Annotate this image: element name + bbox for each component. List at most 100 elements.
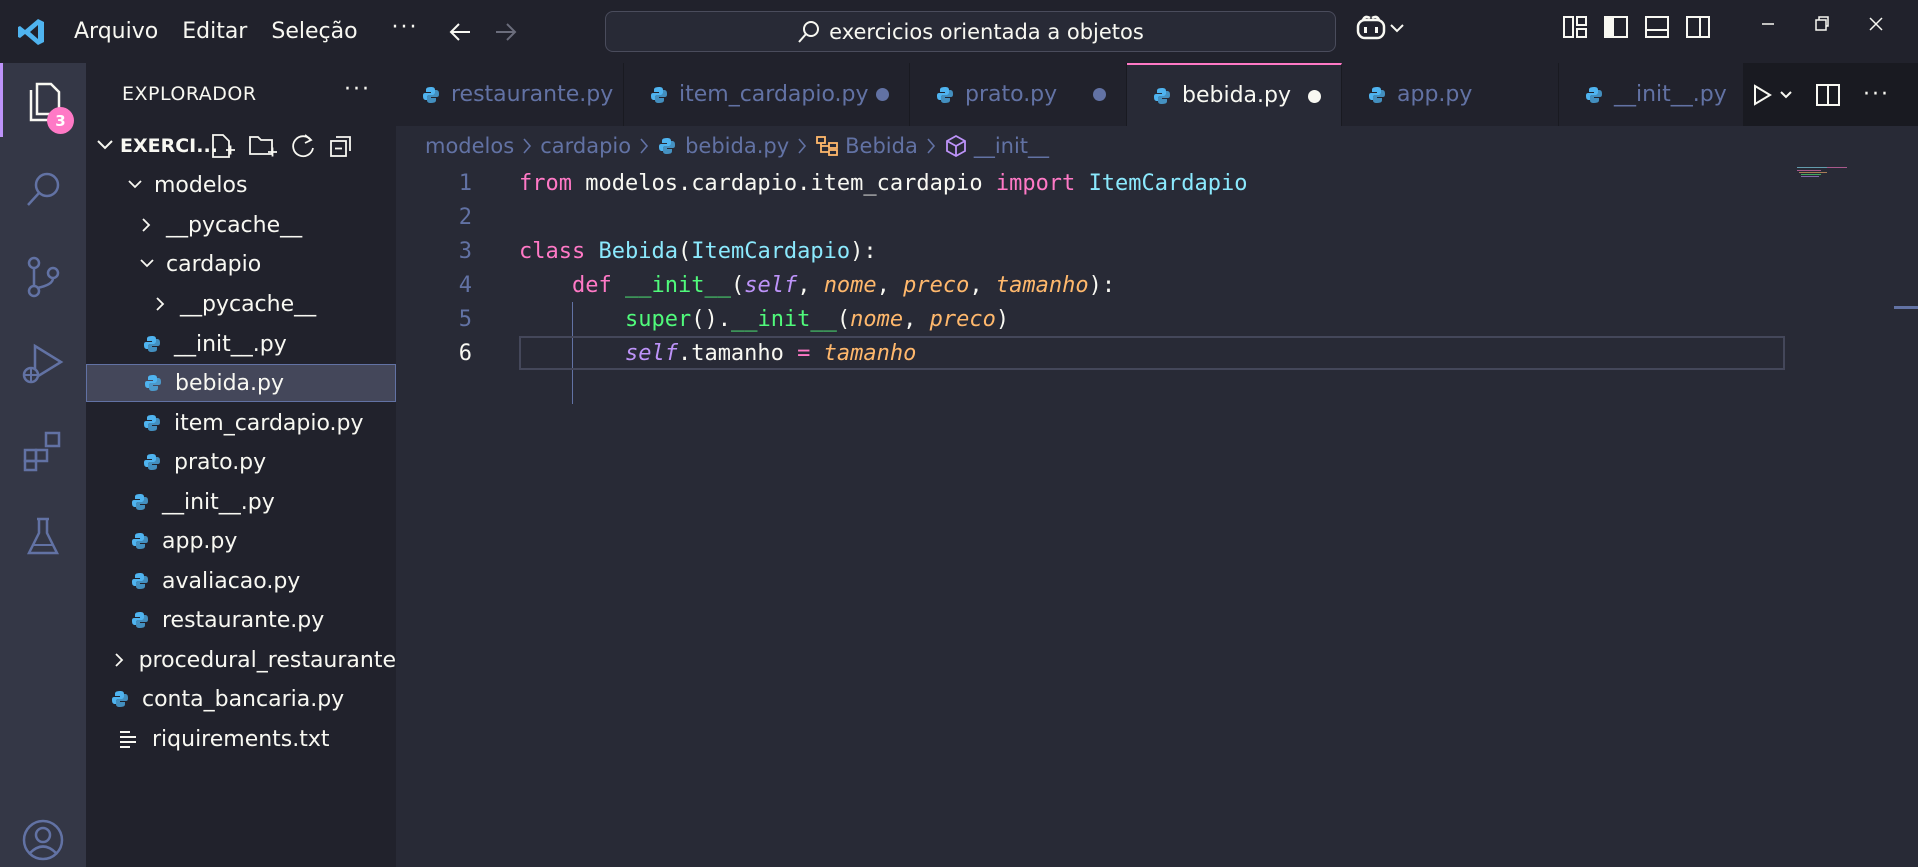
python-file-icon [935, 86, 955, 104]
restore-icon[interactable] [1814, 14, 1830, 34]
split-editor-icon[interactable] [1815, 82, 1841, 108]
chevron-right-icon [522, 137, 532, 155]
unsaved-dot-icon[interactable] [1093, 88, 1106, 101]
copilot-button[interactable] [1355, 14, 1405, 42]
tree-item-label: prato.py [174, 449, 267, 475]
tree-item-label: restaurante.py [162, 607, 325, 633]
tab-label: app.py [1397, 82, 1473, 107]
chevron-down-icon [96, 137, 114, 156]
code-text: class Bebida(ItemCardapio): [519, 238, 877, 264]
forward-arrow-icon[interactable] [483, 12, 529, 52]
tree-item-label: avaliacao.py [162, 568, 301, 594]
tree-item-label: item_cardapio.py [174, 410, 364, 436]
breadcrumb-item[interactable]: __init__ [974, 134, 1049, 158]
code-text: from modelos.cardapio.item_cardapio impo… [519, 170, 1248, 196]
tree-file[interactable]: item_cardapio.py [86, 404, 396, 442]
tree-file[interactable]: bebida.py [86, 364, 396, 402]
python-file-icon [657, 137, 677, 155]
menu-selecao[interactable]: Seleção [259, 19, 369, 44]
search-icon [798, 20, 820, 43]
minimize-icon[interactable] [1760, 14, 1776, 34]
tree-folder[interactable]: __pycache__ [86, 206, 396, 244]
tree-file[interactable]: prato.py [86, 443, 396, 481]
toggle-primary-sidebar-icon[interactable] [1603, 14, 1629, 40]
code-editor[interactable]: 1 from modelos.cardapio.item_cardapio im… [396, 166, 1918, 867]
new-file-icon[interactable] [208, 132, 236, 160]
activity-extensions[interactable] [0, 414, 86, 488]
activity-accounts[interactable] [0, 803, 86, 867]
activity-source-control[interactable] [0, 240, 86, 314]
breadcrumb-item[interactable]: cardapio [540, 134, 631, 158]
code-text: def __init__(self, nome, preco, tamanho)… [571, 272, 1116, 298]
python-file-icon [142, 335, 162, 353]
activity-testing[interactable] [0, 500, 86, 574]
editor-more-button[interactable]: ··· [1863, 82, 1890, 107]
explorer-more-button[interactable]: ··· [344, 77, 371, 102]
tree-item-label: modelos [154, 172, 248, 198]
tree-file[interactable]: __init__.py [86, 325, 396, 363]
command-center-search[interactable]: exercicios orientada a objetos [605, 11, 1336, 52]
breadcrumb-item[interactable]: bebida.py [685, 134, 789, 158]
tab-item-cardapio[interactable]: item_cardapio.py [624, 63, 910, 126]
account-icon [22, 819, 64, 861]
menu-arquivo[interactable]: Arquivo [62, 19, 170, 44]
line-number: 5 [458, 306, 472, 332]
unsaved-dot-icon[interactable] [876, 88, 889, 101]
line-number: 4 [458, 272, 472, 298]
code-line-4: 4 def __init__(self, nome, preco, tamanh… [396, 268, 1786, 302]
code-line-3: 3 class Bebida(ItemCardapio): [396, 234, 1786, 268]
chevron-down-icon [1780, 90, 1792, 98]
breadcrumb-item[interactable]: Bebida [845, 134, 918, 158]
text-file-icon [120, 730, 140, 748]
layout-controls [1562, 14, 1711, 40]
tree-file[interactable]: restaurante.py [86, 601, 396, 639]
tab-label: restaurante.py [451, 82, 614, 107]
activity-search[interactable] [0, 152, 86, 226]
tree-file[interactable]: avaliacao.py [86, 562, 396, 600]
tree-file[interactable]: app.py [86, 522, 396, 560]
symbol-method-icon [944, 134, 968, 158]
tree-folder[interactable]: procedural_restaurante [86, 641, 396, 679]
activity-bar: 3 [0, 63, 86, 867]
run-python-button[interactable] [1751, 83, 1793, 107]
tree-file[interactable]: __init__.py [86, 483, 396, 521]
tree-item-label: bebida.py [175, 370, 285, 396]
editor-tabs: restaurante.py item_cardapio.py prato.py… [396, 63, 1918, 126]
tree-folder[interactable]: cardapio [86, 245, 396, 283]
code-line-5: 5 super().__init__(nome, preco) [396, 302, 1786, 336]
activity-explorer[interactable]: 3 [0, 63, 86, 137]
toggle-secondary-sidebar-icon[interactable] [1685, 14, 1711, 40]
python-file-icon [143, 374, 163, 392]
collapse-all-icon[interactable] [328, 132, 354, 160]
unsaved-dot-icon[interactable] [1308, 90, 1321, 103]
workspace-section-header[interactable]: EXERCI... [86, 128, 396, 164]
tree-file[interactable]: riquirements.txt [86, 720, 396, 758]
tab-restaurante[interactable]: restaurante.py [396, 63, 624, 126]
back-arrow-icon[interactable] [437, 12, 483, 52]
code-line-2: 2 [396, 200, 1786, 234]
minimap[interactable] [1795, 166, 1855, 178]
code-line-6: 6 self.tamanho = tamanho [396, 336, 1786, 370]
tree-folder[interactable]: __pycache__ [86, 285, 396, 323]
tree-file[interactable]: conta_bancaria.py [86, 680, 396, 718]
refresh-icon[interactable] [290, 132, 316, 160]
breadcrumb-item[interactable]: modelos [425, 134, 514, 158]
customize-layout-icon[interactable] [1562, 14, 1588, 40]
tab-app[interactable]: app.py [1342, 63, 1559, 126]
tab-bebida[interactable]: bebida.py [1127, 63, 1342, 126]
menu-editar[interactable]: Editar [170, 19, 259, 44]
menu-bar: Arquivo Editar Seleção ··· [62, 15, 437, 48]
menu-more-button[interactable]: ··· [370, 15, 437, 48]
new-folder-icon[interactable] [248, 132, 278, 160]
close-icon[interactable] [1868, 14, 1884, 34]
copilot-icon [1356, 15, 1386, 40]
tab-label: __init__.py [1614, 82, 1727, 107]
tab-init[interactable]: __init__.py [1559, 63, 1759, 126]
activity-run-debug[interactable] [0, 327, 86, 401]
toggle-panel-icon[interactable] [1644, 14, 1670, 40]
python-file-icon [130, 493, 150, 511]
run-debug-icon [22, 343, 64, 384]
tree-folder[interactable]: modelos [86, 166, 396, 204]
tab-prato[interactable]: prato.py [910, 63, 1127, 126]
python-file-icon [1584, 86, 1604, 104]
